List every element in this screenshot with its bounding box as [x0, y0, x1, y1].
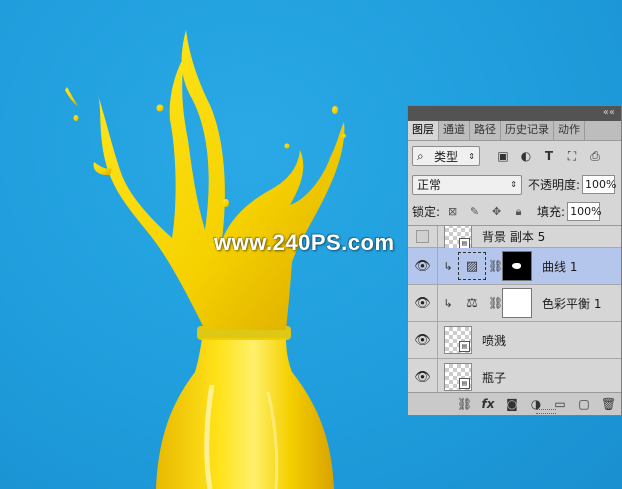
resize-grip[interactable] — [536, 409, 556, 414]
smart-object-badge-icon: ▤ — [459, 341, 470, 352]
visibility-toggle[interactable]: 👁︎ — [408, 248, 438, 284]
visibility-toggle[interactable]: 👁︎ — [408, 359, 438, 394]
layers-list: ▤ 背景 副本 5 👁︎ ↳ ▨ ⛓ 曲线 1 👁︎ ↳ ⚖ ⛓ 色彩平衡 1 … — [408, 226, 621, 394]
layer-name: 背景 副本 5 — [482, 230, 546, 244]
adjustment-filter-icon[interactable]: ◐ — [519, 149, 533, 163]
curves-adjustment-icon[interactable]: ▨ — [458, 252, 486, 280]
delete-layer-icon[interactable]: 🗑︎ — [601, 397, 616, 411]
eye-icon: 👁︎ — [414, 332, 431, 348]
smart-object-badge-icon: ▤ — [459, 378, 470, 389]
bottle-shape — [156, 326, 334, 489]
add-mask-icon[interactable]: ◙ — [505, 397, 519, 411]
chevron-updown-icon: ⇕ — [510, 180, 517, 189]
fill-label: 填充: — [537, 205, 566, 219]
tab-actions[interactable]: 动作 — [554, 121, 585, 140]
panel-tabs: 图层 通道 路径 历史记录 动作 — [408, 121, 621, 141]
blend-row: 正常 ⇕ 不透明度: 100% — [408, 171, 621, 198]
tab-history[interactable]: 历史记录 — [501, 121, 554, 140]
layer-row[interactable]: 👁︎ ▤ 喷溅 — [408, 322, 621, 359]
lock-row: 锁定: ⊠ ✎ ✥ 🔒︎ 填充: 100% — [408, 198, 621, 226]
tab-channels[interactable]: 通道 — [439, 121, 470, 140]
lock-brush-icon[interactable]: ✎ — [468, 205, 481, 218]
panel-title-bar[interactable]: «« — [408, 106, 621, 121]
tab-paths[interactable]: 路径 — [470, 121, 501, 140]
visibility-toggle[interactable]: 👁︎ — [408, 285, 438, 321]
layer-row-selected[interactable]: 👁︎ ↳ ▨ ⛓ 曲线 1 — [408, 248, 621, 285]
chain-link-icon[interactable]: ⛓ — [488, 296, 503, 310]
layer-thumbnail: ▤ — [444, 363, 472, 391]
layer-mask-thumbnail[interactable] — [502, 288, 532, 318]
opacity-label: 不透明度: — [528, 178, 581, 192]
chain-link-icon[interactable]: ⛓ — [488, 259, 503, 273]
layer-name: 喷溅 — [482, 333, 507, 348]
opacity-input[interactable]: 100% — [582, 175, 617, 194]
search-icon: ⌕ — [417, 148, 424, 163]
paint-splash — [65, 30, 346, 330]
fill-input[interactable]: 100% — [567, 202, 602, 221]
filter-row: ⌕ 类型 ⇕ ▣ ◐ T ⛶ ⎙ — [408, 141, 621, 171]
lock-position-icon[interactable]: ✥ — [490, 205, 503, 218]
blend-mode-value: 正常 — [417, 178, 442, 192]
link-layers-icon[interactable]: ⛓ — [457, 397, 472, 411]
panel-footer: ⛓ fx ◙ ◑ ▭ ▢ 🗑︎ — [408, 392, 621, 415]
image-filter-icon[interactable]: ▣ — [496, 149, 510, 163]
filter-type-label: 类型 — [434, 149, 459, 164]
layer-thumbnail: ▤ — [444, 226, 472, 251]
visibility-toggle[interactable]: 👁︎ — [408, 322, 438, 358]
layer-name: 色彩平衡 1 — [542, 296, 602, 311]
smart-object-filter-icon[interactable]: ⎙ — [588, 149, 602, 163]
clipping-arrow-icon: ↳ — [443, 259, 453, 273]
new-layer-icon[interactable]: ▢ — [577, 397, 591, 411]
visibility-toggle[interactable] — [408, 226, 438, 247]
layers-panel: «« 图层 通道 路径 历史记录 动作 ⌕ 类型 ⇕ ▣ ◐ T ⛶ ⎙ 正常 … — [407, 105, 622, 416]
layer-row[interactable]: ▤ 背景 副本 5 — [408, 226, 621, 251]
layer-row[interactable]: 👁︎ ▤ 瓶子 — [408, 359, 621, 394]
layer-row[interactable]: 👁︎ ↳ ⚖ ⛓ 色彩平衡 1 — [408, 285, 621, 322]
watermark-text: www.240PS.com — [214, 230, 395, 255]
blend-mode-select[interactable]: 正常 ⇕ — [412, 174, 522, 195]
eye-icon: 👁︎ — [414, 295, 431, 311]
fx-icon[interactable]: fx — [481, 397, 495, 411]
shape-filter-icon[interactable]: ⛶ — [565, 149, 579, 163]
filter-icons: ▣ ◐ T ⛶ ⎙ — [496, 149, 602, 164]
chevron-updown-icon: ⇕ — [468, 151, 475, 161]
filter-type-select[interactable]: ⌕ 类型 ⇕ — [412, 146, 480, 166]
lock-label: 锁定: — [412, 205, 441, 219]
type-filter-icon[interactable]: T — [542, 149, 556, 163]
eye-icon: 👁︎ — [414, 369, 431, 385]
hidden-visibility-box — [416, 230, 429, 243]
eye-icon: 👁︎ — [414, 258, 431, 274]
layer-name: 曲线 1 — [542, 259, 578, 274]
color-balance-adjustment-icon[interactable]: ⚖ — [458, 289, 486, 317]
clipping-arrow-icon: ↳ — [443, 296, 453, 310]
collapse-icon[interactable]: «« — [603, 107, 615, 118]
tab-layers[interactable]: 图层 — [408, 121, 439, 140]
layer-name: 瓶子 — [482, 370, 507, 385]
lock-icons: ⊠ ✎ ✥ 🔒︎ — [446, 205, 525, 219]
smart-object-badge-icon: ▤ — [459, 237, 470, 249]
lock-transparency-icon[interactable]: ⊠ — [446, 205, 459, 218]
lock-all-icon[interactable]: 🔒︎ — [512, 205, 525, 218]
layer-thumbnail: ▤ — [444, 326, 472, 354]
layer-mask-thumbnail[interactable] — [502, 251, 532, 281]
